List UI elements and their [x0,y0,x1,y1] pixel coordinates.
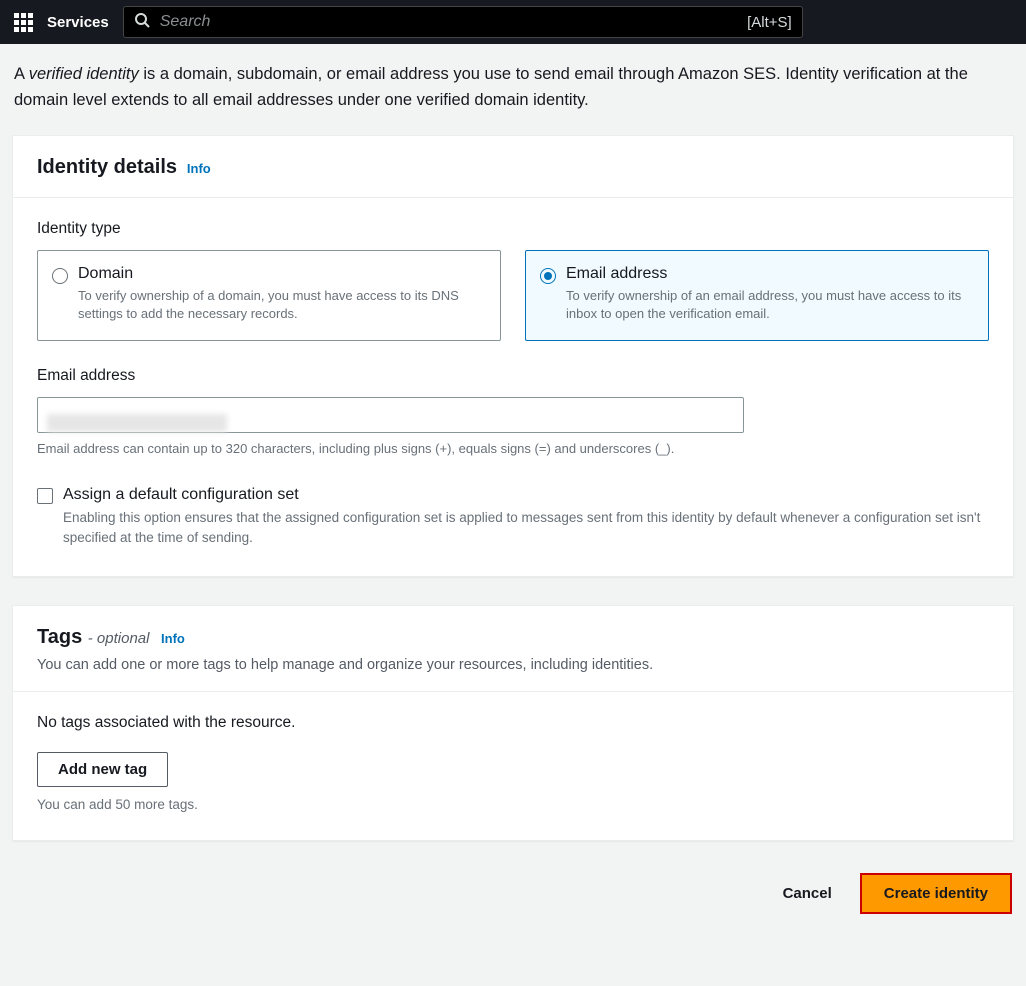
page-intro: A verified identity is a domain, subdoma… [12,44,1014,135]
tags-panel: Tags - optional Info You can add one or … [12,605,1014,841]
tags-limit-hint: You can add 50 more tags. [37,797,989,812]
radio-checked-icon [540,268,556,284]
footer-actions: Cancel Create identity [12,869,1014,914]
tags-desc: You can add one or more tags to help man… [37,657,989,673]
identity-info-link[interactable]: Info [187,161,211,176]
top-nav: Services [Alt+S] [0,0,1026,44]
radio-icon [52,268,68,284]
redacted-content [47,414,227,432]
assign-config-label: Assign a default configuration set [63,486,989,504]
services-menu[interactable]: Services [47,14,109,31]
email-hint: Email address can contain up to 320 char… [37,441,989,456]
email-field-label: Email address [37,367,989,385]
email-option-title: Email address [566,265,972,283]
add-new-tag-button[interactable]: Add new tag [37,752,168,787]
create-identity-button[interactable]: Create identity [860,873,1012,914]
domain-option-title: Domain [78,265,484,283]
email-option-desc: To verify ownership of an email address,… [566,287,972,323]
assign-config-desc: Enabling this option ensures that the as… [63,508,989,549]
tags-info-link[interactable]: Info [161,631,185,646]
search-icon [134,12,150,33]
search-shortcut: [Alt+S] [747,14,792,31]
identity-details-panel: Identity details Info Identity type Doma… [12,135,1014,577]
identity-details-title: Identity details [37,156,177,178]
assign-config-checkbox[interactable] [37,488,53,504]
identity-type-domain-tile[interactable]: Domain To verify ownership of a domain, … [37,250,501,340]
identity-type-label: Identity type [37,220,989,238]
tags-title: Tags - optional [37,626,155,648]
search-input[interactable] [160,13,737,31]
domain-option-desc: To verify ownership of a domain, you mus… [78,287,484,323]
apps-grid-icon[interactable] [14,13,33,32]
cancel-button[interactable]: Cancel [773,877,842,910]
search-box[interactable]: [Alt+S] [123,6,803,38]
identity-type-email-tile[interactable]: Email address To verify ownership of an … [525,250,989,340]
tags-empty-text: No tags associated with the resource. [37,714,989,732]
